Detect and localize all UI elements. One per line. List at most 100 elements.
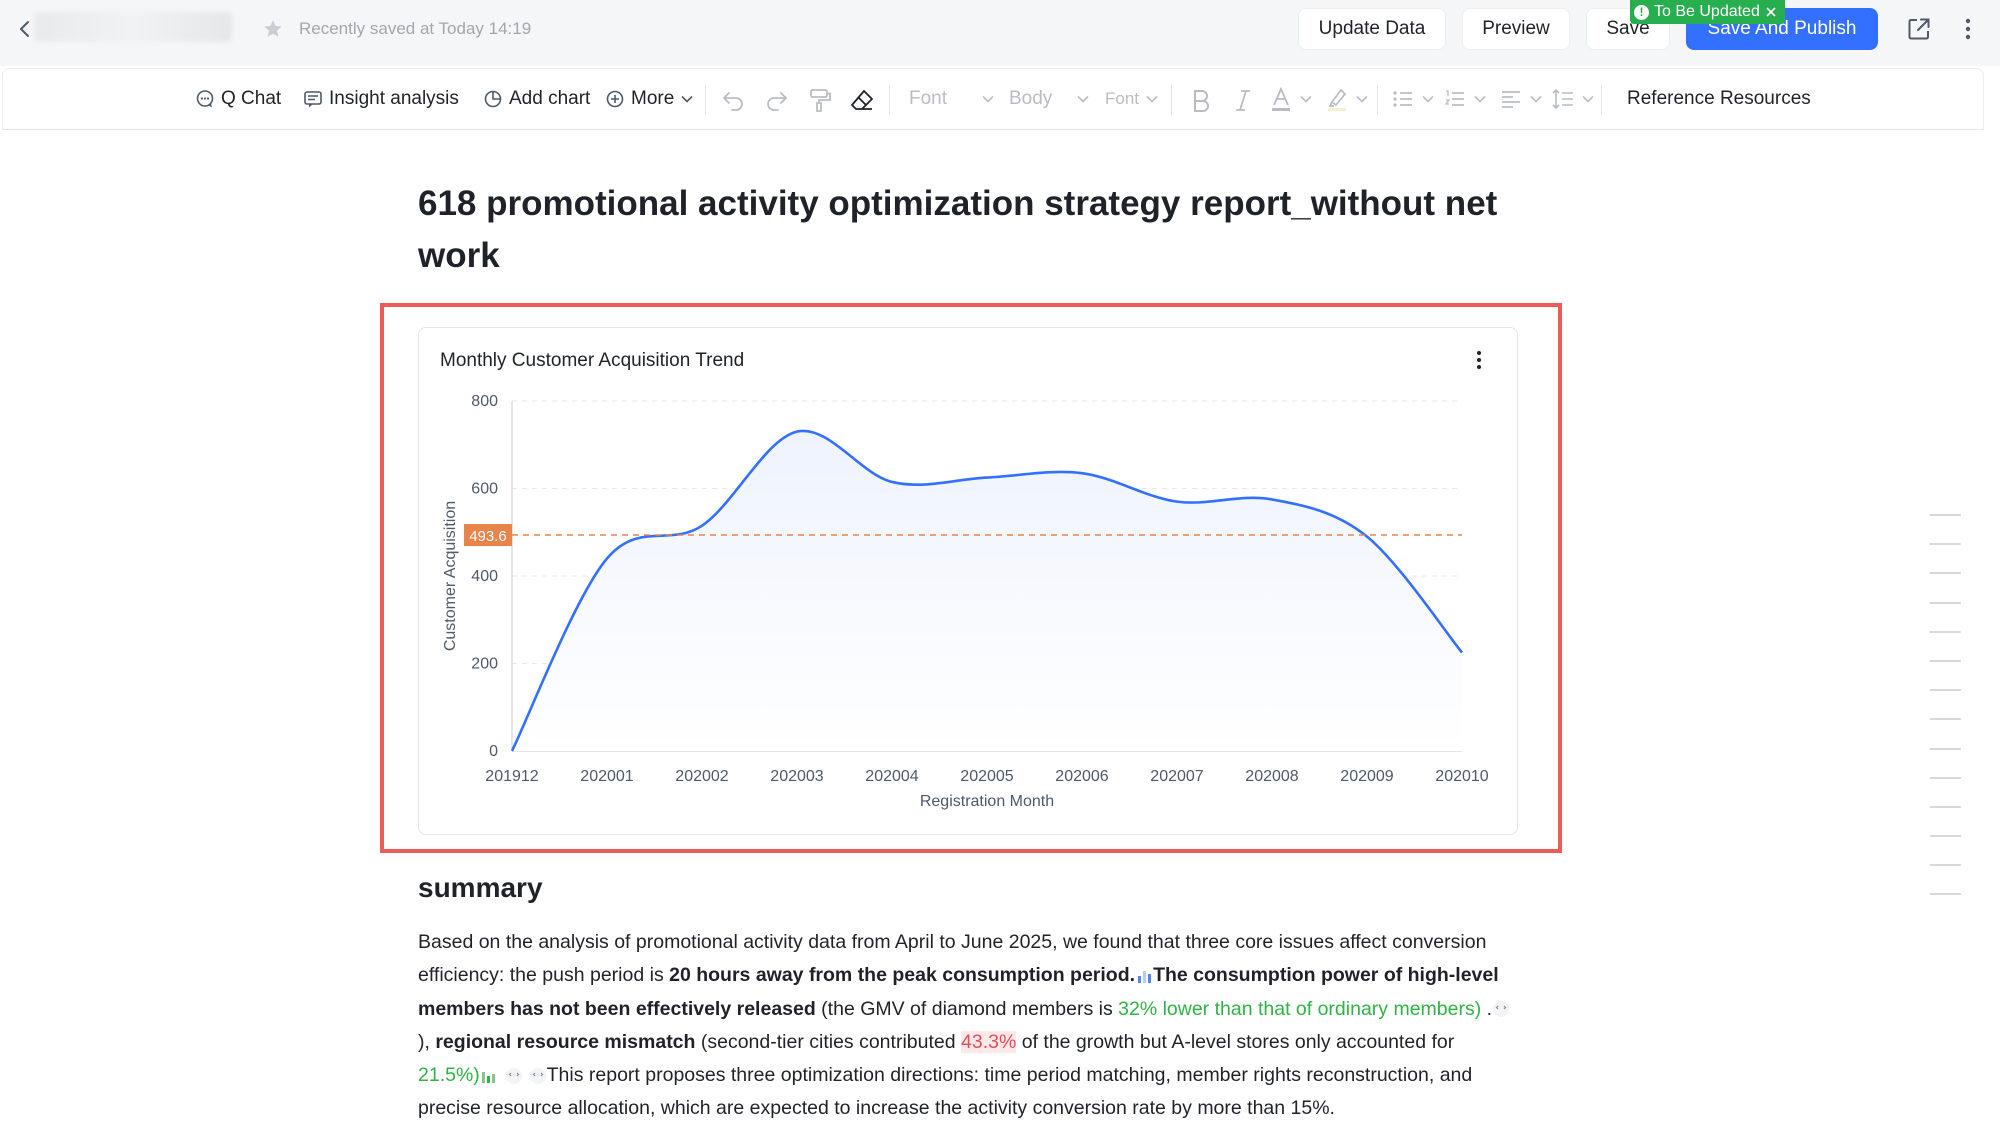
bullet-list-select[interactable] — [1391, 85, 1435, 113]
document-name-blurred[interactable] — [34, 12, 232, 42]
summary-bold-1: 20 hours away from the peak consumption … — [669, 964, 1136, 987]
numbered-list-select[interactable] — [1443, 85, 1487, 113]
document-title[interactable]: 618 promotional activity optimization st… — [418, 178, 1538, 282]
y-tick-label: 0 — [489, 743, 498, 760]
link-icon[interactable] — [529, 1067, 547, 1085]
x-tick-label: 202005 — [960, 768, 1013, 785]
highlighter-icon — [1328, 88, 1347, 111]
data-point — [794, 429, 800, 435]
plus-circle-icon — [606, 90, 624, 108]
chevron-down-icon — [1356, 95, 1368, 103]
data-point — [1269, 496, 1275, 502]
x-tick-label: 202008 — [1245, 768, 1298, 785]
q-chat-label: Q Chat — [221, 88, 282, 109]
insight-icon — [304, 91, 322, 108]
chevron-down-icon — [1582, 95, 1594, 103]
data-point — [509, 748, 515, 754]
x-axis-label: Registration Month — [920, 793, 1054, 810]
more-options-icon[interactable] — [1960, 16, 1976, 42]
y-tick-label: 400 — [471, 568, 498, 585]
summary-red-1: 43.3% — [961, 1030, 1017, 1053]
text-color-icon — [1272, 86, 1290, 111]
preview-button[interactable]: Preview — [1462, 8, 1570, 50]
link-icon[interactable] — [1492, 1000, 1510, 1018]
summary-green-1: 32% lower than that of ordinary members) — [1118, 997, 1482, 1020]
redo-icon[interactable] — [763, 87, 789, 113]
summary-text-2: (the GMV of diamond members is — [815, 997, 1119, 1020]
chevron-down-icon — [1422, 95, 1434, 103]
font-size-label: Font — [1105, 89, 1140, 108]
summary-text-5: (second-tier cities contributed — [695, 1030, 961, 1053]
x-tick-label: 202001 — [580, 768, 633, 785]
y-tick-label: 600 — [471, 481, 498, 498]
format-painter-icon[interactable] — [807, 87, 833, 113]
reference-resources-button[interactable]: Reference Resources — [1627, 85, 1811, 113]
x-tick-label: 202007 — [1150, 768, 1203, 785]
summary-green-2: 21.5%) — [418, 1064, 480, 1087]
data-point — [604, 556, 610, 562]
summary-text-3: . — [1481, 997, 1493, 1020]
bar-chart-icon[interactable] — [480, 1067, 500, 1085]
document-outline-minimap[interactable] — [1930, 514, 1962, 923]
align-select[interactable] — [1499, 85, 1543, 113]
chevron-down-icon — [1300, 95, 1312, 103]
to-be-updated-badge: ! To Be Updated — [1630, 0, 1785, 24]
top-header: Recently saved at Today 14:19 Update Dat… — [0, 0, 2000, 66]
star-icon[interactable] — [262, 18, 284, 40]
data-point — [984, 475, 990, 481]
font-family-select[interactable]: Font — [909, 85, 995, 113]
info-icon: ! — [1634, 4, 1649, 20]
line-spacing-icon — [1552, 88, 1573, 110]
data-point — [889, 479, 895, 485]
highlight-color-select[interactable] — [1325, 85, 1369, 113]
badge-label: To Be Updated — [1654, 3, 1760, 20]
x-tick-label: 202004 — [865, 768, 918, 785]
data-point — [699, 523, 705, 529]
chat-icon — [196, 90, 214, 108]
toolbar-divider — [1601, 85, 1602, 115]
update-data-button[interactable]: Update Data — [1298, 8, 1446, 50]
chart-card[interactable]: Monthly Customer Acquisition Trend 0 200 4… — [418, 327, 1518, 835]
x-tick-label: 201912 — [485, 768, 538, 785]
line-spacing-select[interactable] — [1551, 85, 1595, 113]
q-chat-button[interactable]: Q Chat — [195, 85, 281, 113]
link-icon[interactable] — [505, 1067, 523, 1085]
summary-bold-3: regional resource mismatch — [435, 1030, 696, 1053]
data-point — [1174, 499, 1180, 505]
chevron-down-icon — [982, 95, 994, 103]
insight-analysis-button[interactable]: Insight analysis — [303, 85, 459, 113]
toolbar-divider — [1171, 85, 1172, 115]
editor-toolbar: Q Chat Insight analysis Add chart More F… — [2, 68, 1984, 130]
text-color-select[interactable] — [1269, 85, 1313, 113]
paragraph-style-label: Body — [1009, 88, 1053, 109]
open-external-icon[interactable] — [1906, 16, 1932, 42]
bold-icon[interactable] — [1189, 87, 1213, 113]
summary-text-7: This report proposes three optimization … — [418, 1064, 1473, 1120]
summary-paragraph[interactable]: Based on the analysis of promotional act… — [418, 926, 1518, 1122]
area-chart: 0 200 400 600 800 201912 202001 202002 202003 202… — [442, 393, 1489, 810]
data-point — [1459, 650, 1465, 656]
eraser-icon[interactable] — [849, 87, 875, 113]
chevron-down-icon — [1146, 95, 1158, 103]
more-dropdown[interactable]: More — [605, 85, 694, 113]
y-axis-label: Customer Acquisition — [442, 501, 459, 651]
italic-icon[interactable] — [1231, 87, 1255, 113]
font-size-select[interactable]: Font — [1105, 85, 1159, 113]
close-icon[interactable] — [1765, 6, 1777, 18]
reference-line-label: 493.6 — [469, 528, 507, 545]
y-tick-label: 200 — [471, 656, 498, 673]
chevron-down-icon — [1530, 95, 1542, 103]
toolbar-divider — [889, 85, 890, 115]
save-status-text: Recently saved at Today 14:19 — [299, 19, 532, 38]
font-family-label: Font — [909, 88, 948, 109]
add-chart-button[interactable]: Add chart — [483, 85, 590, 113]
align-left-icon — [1502, 91, 1520, 108]
chevron-down-icon — [1077, 95, 1089, 103]
paragraph-style-select[interactable]: Body — [1009, 85, 1090, 113]
undo-icon[interactable] — [721, 87, 747, 113]
summary-heading: summary — [418, 872, 543, 903]
bar-chart-icon[interactable] — [1135, 967, 1153, 985]
toolbar-divider — [705, 85, 706, 115]
data-point — [1079, 470, 1085, 476]
back-arrow-icon[interactable] — [14, 18, 36, 40]
